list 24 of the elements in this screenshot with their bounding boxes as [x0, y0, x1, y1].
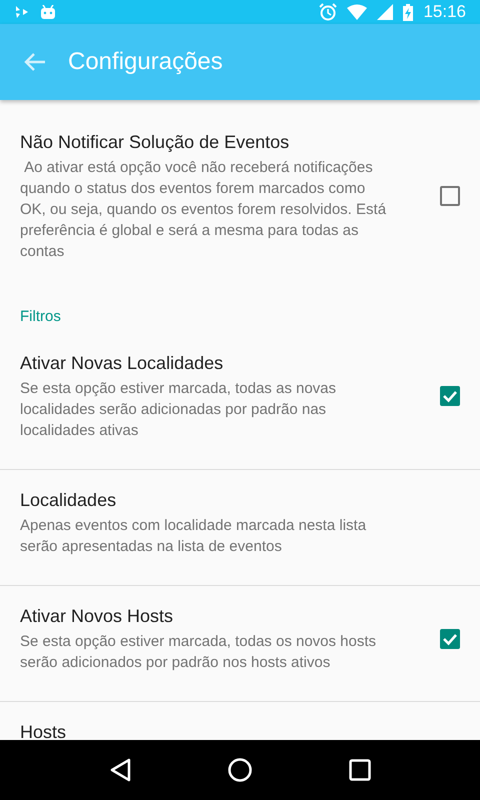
preference-summary: Apenas eventos com localidade marcada nesta lista serão apresentadas na lista de eventos — [20, 516, 368, 557]
checkbox[interactable] — [440, 386, 460, 406]
home-icon[interactable] — [228, 758, 252, 782]
status-time: 15:16 — [423, 1, 466, 24]
checkbox[interactable] — [440, 628, 460, 648]
battery-icon — [403, 4, 414, 20]
preference-title: Hosts — [20, 721, 68, 740]
signal-icon — [377, 4, 394, 20]
preference-title: Ativar Novos Hosts — [20, 605, 174, 628]
preference-summary: Se esta opção estiver marcada, todas os novos hosts serão adicionados por padrão nos hosts ativos — [20, 632, 378, 673]
notification-icon — [14, 5, 30, 19]
preference-summary: Se esta opção estiver marcada, todas as novas localidades serão adicionadas por padrão nas localidades ativas — [20, 379, 338, 441]
preference-summary: Ao ativar está opção você não receberá notificações quando o status dos eventos forem marcados como OK, ou seja, quando os eventos forem resolvidos. Está preferência é global e será a mesma para todas as contas — [20, 158, 388, 262]
back-icon[interactable] — [108, 758, 131, 782]
preference-title: Não Notificar Solução de Eventos — [20, 131, 290, 154]
alarm-icon — [319, 3, 338, 21]
preference-title: Localidades — [20, 489, 118, 512]
wifi-icon — [347, 4, 368, 20]
checkbox[interactable] — [440, 186, 460, 206]
recents-icon[interactable] — [349, 759, 372, 781]
section-header: Filtros — [19, 307, 62, 327]
android-icon — [40, 5, 56, 19]
app-bar-title: Configurações — [68, 47, 223, 77]
preference-title: Ativar Novas Localidades — [20, 352, 224, 375]
